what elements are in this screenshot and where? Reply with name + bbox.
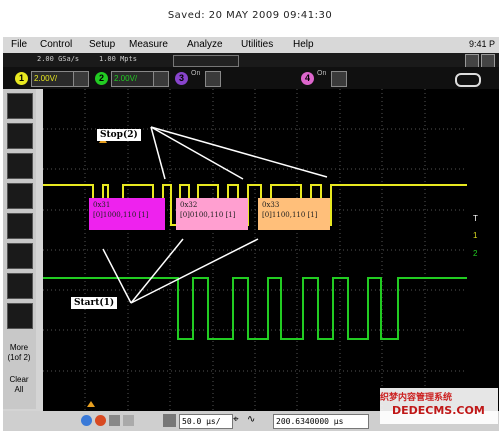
decode-box-3-bits: [0]1100,110 [1] xyxy=(262,211,318,219)
oscilloscope-window: File Control Setup Measure Analyze Utili… xyxy=(3,37,499,431)
menu-measure[interactable]: Measure xyxy=(129,39,168,50)
menu-setup[interactable]: Setup xyxy=(89,39,115,50)
saved-timestamp: Saved: 20 MAY 2009 09:41:30 xyxy=(167,10,333,21)
channel-bar: 1 2.00V/ 2 2.00V/ 3 On 4 On xyxy=(3,67,499,89)
clear-all-button[interactable]: Clear All xyxy=(5,375,33,395)
channel-1-settings-icon[interactable] xyxy=(73,71,89,87)
watermark-en: DEDECMS.COM xyxy=(392,404,485,417)
timebase-scale[interactable]: 50.0 µs/ xyxy=(179,414,233,429)
channel-4-settings-icon[interactable] xyxy=(331,71,347,87)
glitch-trigger-icon[interactable] xyxy=(7,213,33,239)
memory-depth: 1.00 Mpts xyxy=(99,55,137,63)
timebase-position[interactable]: 200.6340000 µs xyxy=(273,414,369,429)
right-markers: T 1 2 xyxy=(467,89,499,411)
menu-utilities[interactable]: Utilities xyxy=(241,39,273,50)
channel-3-button[interactable]: 3 xyxy=(175,72,188,85)
single-icon[interactable] xyxy=(109,415,120,426)
acquisition-status: 2.00 GSa/s 1.00 Mpts xyxy=(3,53,499,68)
channel-3-on-toggle[interactable]: On xyxy=(191,70,200,78)
edge-trigger-fall-icon[interactable] xyxy=(7,123,33,149)
position-icon[interactable]: ⌖ xyxy=(233,414,239,425)
channel-4-button[interactable]: 4 xyxy=(301,72,314,85)
decode-box-2-bits: [0]0100,110 [1] xyxy=(180,211,236,219)
decode-box-3-hex: 0x33 xyxy=(262,201,280,209)
decode-box-2: 0x32 [0]0100,110 [1] xyxy=(176,198,248,230)
pulse-width-trigger-icon[interactable] xyxy=(7,183,33,209)
sample-rate: 2.00 GSa/s xyxy=(37,55,80,63)
channel-3-settings-icon[interactable] xyxy=(205,71,221,87)
channel-2-ground-marker: 2 xyxy=(473,249,478,258)
printer-icon[interactable] xyxy=(465,54,479,68)
autoscale-icon[interactable] xyxy=(123,415,134,426)
run-icon[interactable] xyxy=(81,415,92,426)
runt-trigger-icon[interactable] xyxy=(7,243,33,269)
channel-2-scale[interactable]: 2.00V/ xyxy=(111,71,155,87)
decode-box-2-hex: 0x32 xyxy=(180,201,198,209)
menu-bar: File Control Setup Measure Analyze Utili… xyxy=(3,37,499,53)
watermark: 织梦内容管理系统 DEDECMS.COM xyxy=(380,388,498,424)
decode-box-1-hex: 0x31 xyxy=(93,201,111,209)
waveform-display: Stop(2) Start(1) 0x31 [0]1000,110 [1] 0x… xyxy=(43,89,467,411)
edge-trigger-icon[interactable] xyxy=(7,93,33,119)
decode-box-1: 0x31 [0]1000,110 [1] xyxy=(89,198,165,230)
start-annotation: Start(1) xyxy=(71,297,118,309)
channel-1-ground-marker: 1 xyxy=(473,231,478,240)
clock: 9:41 P xyxy=(468,39,495,49)
stop-annotation: Stop(2) xyxy=(97,129,141,141)
waveform-overview xyxy=(173,55,239,67)
menu-control[interactable]: Control xyxy=(40,39,72,50)
channel-2-button[interactable]: 2 xyxy=(95,72,108,85)
channel-1-button[interactable]: 1 xyxy=(15,72,28,85)
eye-icon[interactable] xyxy=(455,73,481,87)
more-button[interactable]: More (1of 2) xyxy=(5,343,33,363)
menu-file[interactable]: File xyxy=(11,39,27,50)
channel-2-settings-icon[interactable] xyxy=(153,71,169,87)
decode-box-3: 0x33 [0]1100,110 [1] xyxy=(258,198,330,230)
left-toolbar: More (1of 2) Clear All xyxy=(3,89,36,409)
pattern-trigger-icon[interactable] xyxy=(7,303,33,329)
stop-icon[interactable] xyxy=(95,415,106,426)
decode-box-1-bits: [0]1000,110 [1] xyxy=(93,211,149,219)
menu-help[interactable]: Help xyxy=(293,39,314,50)
help-icon[interactable] xyxy=(481,54,495,68)
channel-1-scale[interactable]: 2.00V/ xyxy=(31,71,75,87)
watermark-cn: 织梦内容管理系统 xyxy=(380,392,453,402)
setup-hold-trigger-icon[interactable] xyxy=(7,273,33,299)
waveform-icon[interactable]: ∿ xyxy=(247,414,255,425)
menu-analyze[interactable]: Analyze xyxy=(187,39,223,50)
horizontal-icon[interactable] xyxy=(163,414,176,427)
channel-4-on-toggle[interactable]: On xyxy=(317,70,326,78)
trigger-level-marker: T xyxy=(473,214,478,223)
pulse-trigger-icon[interactable] xyxy=(7,153,33,179)
